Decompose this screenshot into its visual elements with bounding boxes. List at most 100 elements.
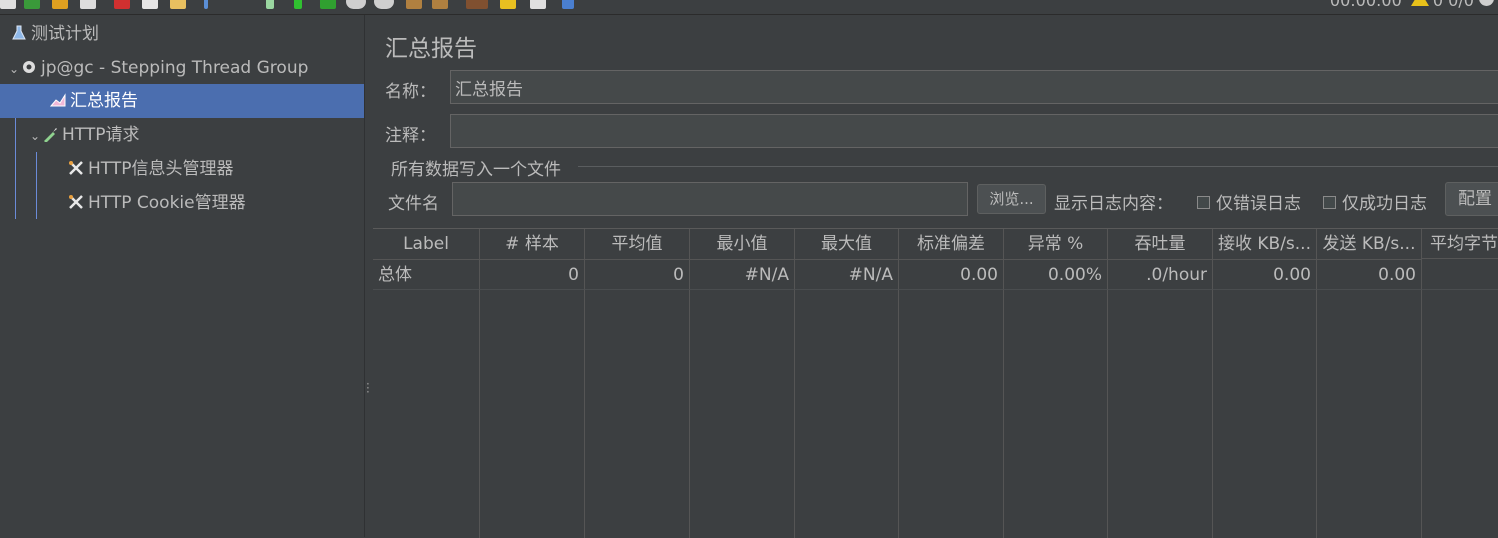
stop-icon[interactable] <box>346 0 366 9</box>
column-header[interactable]: Label <box>373 229 480 260</box>
browse-button[interactable]: 浏览... <box>977 184 1046 214</box>
tree-item-label: 测试计划 <box>31 24 99 44</box>
tools-icon <box>69 195 83 209</box>
summary-report-panel: 汇总报告 名称： 注释： 所有数据写入一个文件 文件名 浏览... 显示日志内容… <box>373 15 1498 538</box>
copy-icon[interactable] <box>142 0 158 9</box>
shutdown-icon[interactable] <box>374 0 394 9</box>
column-header[interactable]: 平均字节 <box>1422 229 1498 259</box>
search-icon[interactable] <box>466 0 488 9</box>
column-divider <box>1107 290 1108 538</box>
tree-item-header-manager[interactable]: HTTP信息头管理器 <box>0 152 364 186</box>
log-display-label: 显示日志内容： <box>1054 194 1173 214</box>
column-header[interactable]: 平均值 <box>585 229 690 260</box>
tree-item-label: HTTP Cookie管理器 <box>88 193 246 213</box>
name-label: 名称： <box>385 82 436 102</box>
fieldset-title: 所有数据写入一个文件 <box>391 160 561 180</box>
fieldset-border <box>578 166 1498 167</box>
table-cell[interactable]: 总体 <box>373 260 480 290</box>
errors-only-checkbox[interactable]: 仅错误日志 <box>1197 189 1301 214</box>
column-header[interactable]: 最大值 <box>795 229 899 260</box>
column-header[interactable]: 最小值 <box>690 229 795 260</box>
toolbar: 00:00:00 0 0/0 <box>0 0 1498 15</box>
function-helper-icon[interactable] <box>530 0 546 9</box>
tree-item-label: jp@gc - Stepping Thread Group <box>41 58 309 78</box>
start-icon[interactable] <box>294 0 302 9</box>
tree-item-label: 汇总报告 <box>70 91 138 111</box>
column-divider <box>1212 290 1213 538</box>
toggle-icon[interactable] <box>266 0 274 9</box>
chevron-down-icon[interactable]: ⌄ <box>9 52 21 86</box>
column-header[interactable]: 吞吐量 <box>1108 229 1213 260</box>
table-cell[interactable]: .0/hour <box>1108 260 1213 290</box>
column-divider <box>689 290 690 538</box>
column-header[interactable]: 接收 KB/s... <box>1213 229 1317 260</box>
tree-item-label: HTTP请求 <box>62 125 140 145</box>
configure-button[interactable]: 配置 <box>1445 182 1498 216</box>
run-status: 00:00:00 0 0/0 <box>1330 0 1494 10</box>
success-only-label: 仅成功日志 <box>1342 194 1427 214</box>
column-header[interactable]: 标准偏差 <box>899 229 1004 260</box>
start-no-pause-icon[interactable] <box>320 0 336 9</box>
split-pane-divider[interactable] <box>364 15 373 537</box>
expand-icon[interactable] <box>204 0 208 9</box>
column-divider <box>584 290 585 538</box>
clear-icon[interactable] <box>406 0 422 9</box>
tree-item-http-request[interactable]: ⌄ HTTP请求 <box>0 118 364 152</box>
error-count: 0 <box>1432 0 1444 10</box>
column-divider <box>1316 290 1317 538</box>
column-header[interactable]: 异常 % <box>1004 229 1108 260</box>
table-cell[interactable]: #N/A <box>690 260 795 290</box>
tree-item-summary-report[interactable]: 汇总报告 <box>0 84 364 118</box>
comment-label: 注释： <box>385 126 436 146</box>
flask-icon <box>12 25 26 40</box>
column-divider <box>794 290 795 538</box>
comment-field[interactable] <box>450 114 1498 148</box>
results-table: Label # 样本 平均值 最小值 最大值 标准偏差 异常 % 吞吐量 接收 … <box>373 228 1498 538</box>
paste-icon[interactable] <box>170 0 186 9</box>
filename-label: 文件名 <box>388 194 439 214</box>
tree-item-test-plan[interactable]: 测试计划 <box>0 17 364 51</box>
remote-icon[interactable] <box>1479 0 1494 6</box>
templates-icon[interactable] <box>24 0 40 9</box>
table-cell[interactable]: 0.00% <box>1004 260 1108 290</box>
test-plan-tree: 测试计划 ⌄ jp@gc - Stepping Thread Group 汇总报告… <box>0 15 364 537</box>
tree-item-thread-group[interactable]: ⌄ jp@gc - Stepping Thread Group <box>0 51 364 85</box>
tree-item-cookie-manager[interactable]: HTTP Cookie管理器 <box>0 186 364 220</box>
name-field[interactable] <box>450 70 1498 104</box>
save-icon[interactable] <box>80 0 96 9</box>
chevron-down-icon[interactable]: ⌄ <box>30 119 42 153</box>
checkbox-icon[interactable] <box>1197 196 1210 209</box>
reset-search-icon[interactable] <box>500 0 516 9</box>
column-divider <box>1421 290 1422 538</box>
table-cell[interactable]: 0 <box>480 260 585 290</box>
column-header[interactable]: 发送 KB/s... <box>1317 229 1422 260</box>
new-icon[interactable] <box>0 0 16 9</box>
tree-item-label: HTTP信息头管理器 <box>88 159 234 179</box>
tools-icon <box>69 161 83 175</box>
table-cell[interactable]: #N/A <box>795 260 899 290</box>
elapsed-time: 00:00:00 <box>1329 0 1402 10</box>
clear-all-icon[interactable] <box>432 0 448 9</box>
success-only-checkbox[interactable]: 仅成功日志 <box>1323 189 1427 214</box>
warning-icon[interactable] <box>1410 0 1429 6</box>
drag-handle-icon[interactable]: · · · <box>366 378 370 398</box>
gear-icon <box>23 61 35 73</box>
thread-count: 0/0 <box>1448 0 1474 10</box>
column-divider <box>898 290 899 538</box>
table-cell[interactable]: 0.00 <box>899 260 1004 290</box>
pipette-icon <box>44 128 57 142</box>
help-icon[interactable] <box>562 0 574 9</box>
cut-icon[interactable] <box>114 0 130 9</box>
table-cell[interactable]: 0.00 <box>1317 260 1422 290</box>
errors-only-label: 仅错误日志 <box>1216 194 1301 214</box>
checkbox-icon[interactable] <box>1323 196 1336 209</box>
chart-icon <box>50 93 66 107</box>
table-cell[interactable] <box>1422 260 1498 290</box>
page-title: 汇总报告 <box>385 36 477 62</box>
column-divider <box>479 290 480 538</box>
column-header[interactable]: # 样本 <box>480 229 585 260</box>
filename-field[interactable] <box>452 182 968 216</box>
open-icon[interactable] <box>52 0 68 9</box>
table-cell[interactable]: 0.00 <box>1213 260 1317 290</box>
table-cell[interactable]: 0 <box>585 260 690 290</box>
